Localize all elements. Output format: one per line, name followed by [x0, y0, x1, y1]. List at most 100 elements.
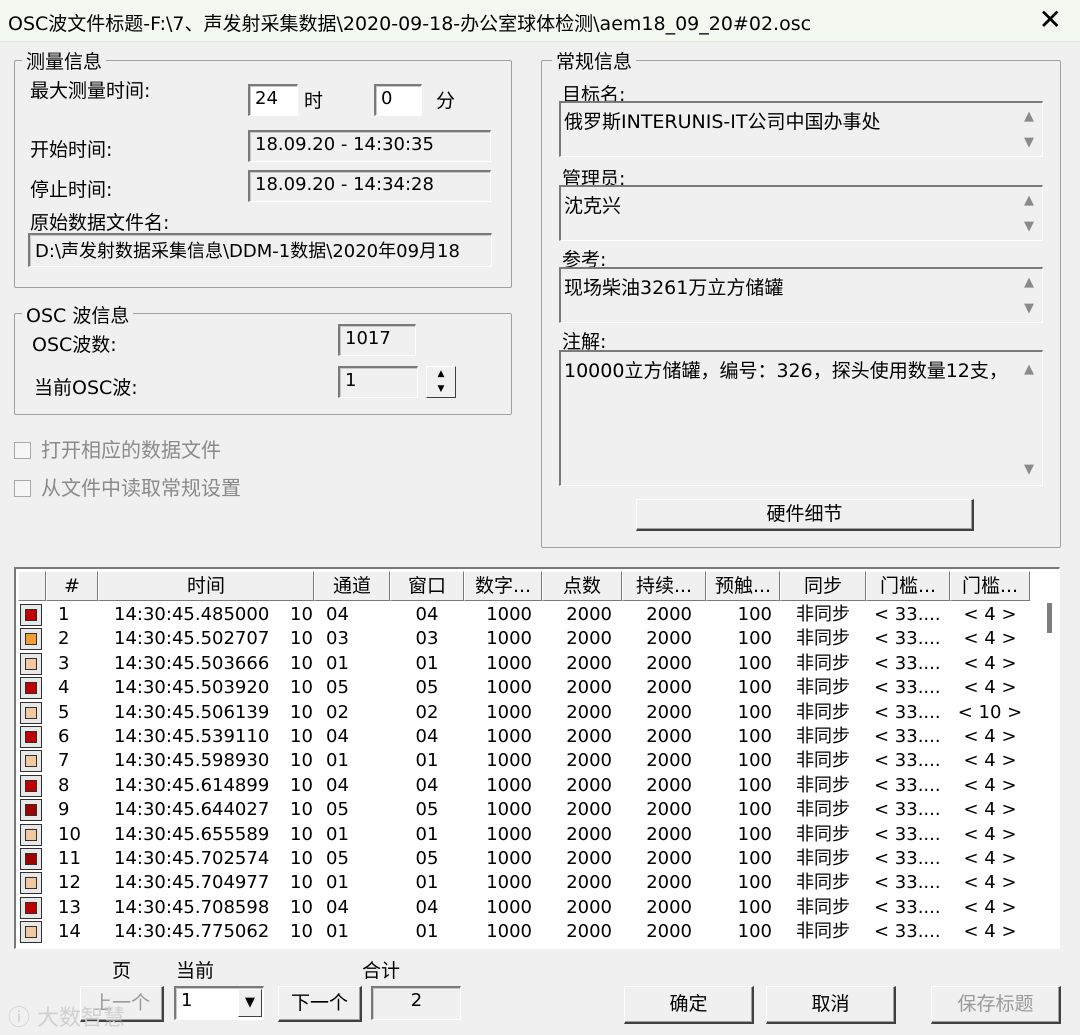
cell-n: 5 [58, 701, 70, 723]
cancel-button[interactable]: 取消 [766, 986, 896, 1024]
cell-dig: 1000 [486, 726, 532, 747]
start-time-field: 18.09.20 - 14:30:35 [248, 130, 491, 162]
cell-dig: 1000 [486, 628, 532, 650]
scroll-up-icon[interactable]: ▲ [1018, 193, 1040, 208]
cell-n: 10 [58, 823, 81, 845]
general-legend: 常规信息 [552, 47, 637, 74]
osc-spinner[interactable]: ▲ ▼ [426, 366, 456, 398]
column-header[interactable]: 窗口 [390, 571, 464, 601]
column-header[interactable]: 持续... [622, 571, 706, 601]
column-header[interactable]: 通道 [314, 571, 390, 601]
cell-pre: 100 [737, 799, 772, 821]
table-row[interactable]: 13 14:30:45.708598 10 04 04 1000 2000 2000 100 非同… [16, 896, 1046, 920]
hours-input[interactable]: 24 [248, 84, 298, 116]
table-row[interactable]: 4 14:30:45.503920 10 05 05 1000 2000 2000 100 非同步… [16, 676, 1046, 700]
cell-chan: 01 [326, 872, 349, 894]
scroll-down-icon[interactable]: ▼ [1018, 219, 1040, 234]
cell-pts: 2000 [566, 677, 612, 699]
chevron-down-icon[interactable]: ▼ [238, 989, 262, 1017]
scroll-up-icon[interactable]: ▲ [1018, 275, 1040, 290]
open-data-file-checkbox[interactable]: 打开相应的数据文件 [14, 434, 221, 463]
cell-sync: 非同步 [796, 750, 850, 772]
note-memo[interactable]: 10000立方储罐，编号：326，探头使用数量12支， ▲ ▼ [559, 350, 1043, 486]
cell-chan: 01 [326, 921, 349, 943]
table-row[interactable]: 12 14:30:45.704977 10 01 01 1000 2000 2000 100 非同… [16, 871, 1046, 895]
scroll-down-icon[interactable]: ▼ [1018, 135, 1040, 150]
scroll-up-icon[interactable]: ▲ [1018, 362, 1040, 377]
checkbox-label: 从文件中读取常规设置 [41, 476, 241, 500]
osc-count-field: 1017 [338, 324, 416, 356]
table-row[interactable]: 10 14:30:45.655589 10 01 01 1000 2000 2000 100 非同… [16, 823, 1046, 847]
table-row[interactable]: 5 14:30:45.506139 10 02 02 1000 2000 2000 100 非同步… [16, 701, 1046, 725]
cell-th1: < 33.... [874, 848, 941, 869]
column-header[interactable]: # [46, 571, 98, 601]
table-row[interactable]: 11 14:30:45.702574 10 05 05 1000 2000 2000 100 非同… [16, 847, 1046, 871]
cell-th1: < 33.... [874, 896, 941, 918]
minutes-input[interactable]: 0 [374, 84, 422, 116]
cell-th1: < 33.... [874, 750, 941, 772]
cell-ch: 10 [290, 750, 313, 772]
column-header[interactable]: 门槛... [866, 571, 950, 601]
cell-sync: 非同步 [796, 774, 850, 796]
cell-th1: < 33.... [874, 604, 941, 625]
checkbox-box[interactable] [14, 442, 31, 459]
table-row[interactable]: 8 14:30:45.614899 10 04 04 1000 2000 2000 100 非同步… [16, 774, 1046, 798]
osc-count-label: OSC波数: [32, 334, 117, 356]
column-header[interactable]: 预触... [706, 571, 780, 601]
cell-th1: < 33.... [874, 677, 941, 699]
scrollbar-thumb[interactable] [1047, 603, 1052, 633]
scroll-down-icon[interactable]: ▼ [1018, 462, 1040, 477]
current-osc-input[interactable]: 1 [338, 366, 418, 398]
table-row[interactable]: 14 14:30:45.775062 10 01 01 1000 2000 2000 100 非同… [16, 920, 1046, 944]
cell-dur: 2000 [646, 799, 692, 821]
checkbox-box[interactable] [14, 480, 31, 497]
column-header[interactable]: 时间 [98, 571, 314, 601]
column-header[interactable]: 点数 [542, 571, 622, 601]
target-memo[interactable]: 俄罗斯INTERUNIS-IT公司中国办事处 ▲ ▼ [559, 101, 1043, 157]
read-settings-checkbox[interactable]: 从文件中读取常规设置 [14, 472, 241, 501]
cell-pre: 100 [737, 921, 772, 943]
cell-th1: < 33.... [874, 652, 941, 674]
cell-th2: < 4 > [963, 604, 1017, 625]
cell-chan: 04 [326, 774, 349, 796]
cell-win: 04 [415, 726, 439, 747]
ref-memo[interactable]: 现场柴油3261万立方储罐 ▲ ▼ [559, 267, 1043, 323]
cell-time: 14:30:45.598930 [114, 750, 270, 772]
scroll-down-icon[interactable]: ▼ [1018, 301, 1040, 316]
cell-pts: 2000 [566, 921, 612, 943]
cell-win: 01 [415, 872, 439, 894]
cell-sync: 非同步 [796, 726, 850, 747]
channel-color-indicator [20, 823, 42, 846]
ok-button[interactable]: 确定 [624, 986, 754, 1024]
table-scrollbar[interactable] [1043, 603, 1055, 947]
column-header[interactable]: 门槛... [950, 571, 1030, 601]
admin-memo[interactable]: 沈克兴 ▲ ▼ [559, 185, 1043, 241]
save-title-button[interactable]: 保存标题 [931, 986, 1061, 1024]
table-row[interactable]: 9 14:30:45.644027 10 05 05 1000 2000 2000 100 非同步… [16, 798, 1046, 822]
table-row[interactable]: 2 14:30:45.502707 10 03 03 1000 2000 2000 100 非同步… [16, 627, 1046, 651]
cell-dig: 1000 [486, 848, 532, 869]
hardware-details-button[interactable]: 硬件细节 [636, 499, 974, 531]
page-select[interactable]: 1 ▼ [174, 986, 264, 1020]
spin-down-icon[interactable]: ▼ [427, 382, 455, 397]
cell-dig: 1000 [486, 799, 532, 821]
table-row[interactable]: 7 14:30:45.598930 10 01 01 1000 2000 2000 100 非同步… [16, 749, 1046, 773]
cell-th2: < 4 > [963, 750, 1017, 772]
scroll-up-icon[interactable]: ▲ [1018, 109, 1040, 124]
cell-ch: 10 [290, 921, 313, 943]
close-icon[interactable]: ✕ [1039, 4, 1062, 36]
cell-pre: 100 [737, 677, 772, 699]
osc-table[interactable]: # 时间 通道 窗口 数字... 点数 持续... 预触... 同步 门槛... 门槛... 1 14… [14, 567, 1060, 949]
channel-color-swatch [25, 755, 37, 768]
cell-chan: 01 [326, 652, 349, 674]
table-row[interactable]: 6 14:30:45.539110 10 04 04 1000 2000 2000 100 非同步… [16, 725, 1046, 749]
column-header[interactable]: 数字... [464, 571, 542, 601]
channel-color-swatch [25, 804, 37, 817]
cell-win: 04 [415, 604, 439, 625]
column-header[interactable]: 同步 [780, 571, 866, 601]
next-button[interactable]: 下一个 [278, 986, 362, 1022]
cell-sync: 非同步 [796, 701, 850, 723]
table-row[interactable]: 3 14:30:45.503666 10 01 01 1000 2000 2000 100 非同步… [16, 652, 1046, 676]
table-row[interactable]: 1 14:30:45.485000 10 04 04 1000 2000 2000 100 非同步… [16, 603, 1046, 627]
spin-up-icon[interactable]: ▲ [427, 367, 455, 382]
